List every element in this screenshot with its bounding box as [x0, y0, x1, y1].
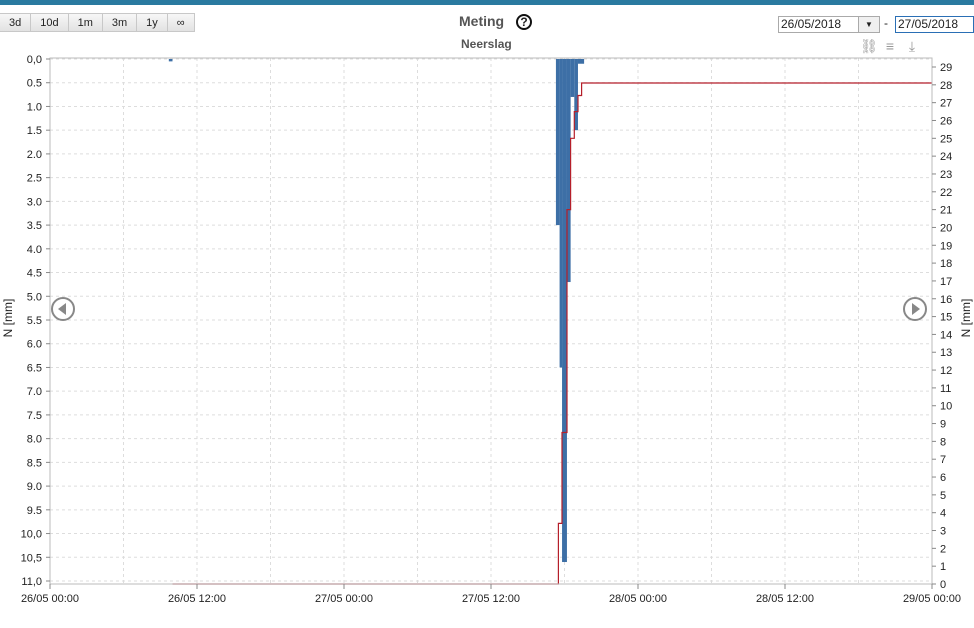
- right-tick-label: 17: [940, 276, 952, 288]
- right-tick-label: 10: [940, 401, 952, 413]
- x-tick-label: 26/05 00:00: [21, 593, 79, 605]
- left-tick-label: 2.5: [27, 173, 42, 185]
- right-tick-label: 1: [940, 561, 946, 573]
- right-tick-label: 0: [940, 579, 946, 591]
- left-tick-label: 0.5: [27, 78, 42, 90]
- right-tick-label: 2: [940, 543, 946, 555]
- right-tick-label: 7: [940, 454, 946, 466]
- bar: [562, 59, 567, 563]
- left-tick-label: 6.0: [27, 339, 42, 351]
- x-tick-label: 28/05 00:00: [609, 593, 667, 605]
- x-tick-label: 27/05 00:00: [315, 593, 373, 605]
- right-axis-ticks: 0123456789101112131415161718192021222324…: [940, 62, 952, 591]
- x-tick-label: 29/05 00:00: [903, 593, 961, 605]
- left-tick-label: 4.5: [27, 268, 42, 280]
- right-tick-label: 16: [940, 294, 952, 306]
- left-tick-label: 7.5: [27, 410, 42, 422]
- chart-grid: [49, 58, 933, 584]
- right-tick-label: 19: [940, 240, 952, 252]
- precipitation-chart: 0,0 0.5 1.0 1.5 2.0 2.5 3.0 3.5 4.0 4.5 5.0 5.5 6.0 6…: [1, 54, 973, 605]
- right-tick-label: 28: [940, 80, 952, 92]
- left-axis-ticks: 0,0 0.5 1.0 1.5 2.0 2.5 3.0 3.5 4.0 4.5 5.0 5.5 6.0 6…: [21, 54, 42, 588]
- x-tick-label: 26/05 12:00: [168, 593, 226, 605]
- next-period-button[interactable]: [903, 297, 927, 321]
- left-tick-label: 10,0: [21, 529, 42, 541]
- left-tick-label: 5.0: [27, 291, 42, 303]
- left-tick-label: 9.5: [27, 505, 42, 517]
- right-tick-label: 21: [940, 205, 952, 217]
- left-tick-label: 9.0: [27, 481, 42, 493]
- bar: [555, 59, 560, 226]
- right-tick-label: 18: [940, 258, 952, 270]
- right-tick-label: 12: [940, 365, 952, 377]
- right-tick-label: 8: [940, 436, 946, 448]
- left-tick-label: 4.0: [27, 244, 42, 256]
- right-tick-label: 13: [940, 347, 952, 359]
- left-axis-label: N [mm]: [1, 299, 15, 338]
- bar: [168, 59, 173, 62]
- right-tick-label: 23: [940, 169, 952, 181]
- left-tick-label: 3.5: [27, 220, 42, 232]
- right-tick-label: 24: [940, 151, 952, 163]
- left-tick-label: 11,0: [21, 576, 42, 588]
- right-tick-label: 4: [940, 508, 946, 520]
- left-tick-label: 3.0: [27, 196, 42, 208]
- right-tick-label: 25: [940, 133, 952, 145]
- right-tick-label: 3: [940, 526, 946, 538]
- right-tick-label: 6: [940, 472, 946, 484]
- right-tick-label: 15: [940, 312, 952, 324]
- left-tick-label: 0,0: [27, 54, 42, 66]
- right-tick-label: 9: [940, 419, 946, 431]
- x-tick-label: 28/05 12:00: [756, 593, 814, 605]
- left-tick-label: 8.5: [27, 457, 42, 469]
- left-tick-label: 10,5: [21, 552, 42, 564]
- left-tick-label: 1.0: [27, 101, 42, 113]
- cumulative-series: [172, 82, 932, 585]
- left-tick-label: 2.0: [27, 149, 42, 161]
- bar: [577, 59, 585, 64]
- x-tick-label: 27/05 12:00: [462, 593, 520, 605]
- left-tick-label: 8.0: [27, 434, 42, 446]
- right-tick-label: 20: [940, 222, 952, 234]
- right-tick-label: 5: [940, 490, 946, 502]
- right-tick-label: 11: [940, 383, 951, 395]
- prev-period-button[interactable]: [51, 297, 75, 321]
- left-tick-label: 7.0: [27, 386, 42, 398]
- cumulative-line: [172, 82, 932, 585]
- left-tick-label: 1.5: [27, 125, 42, 137]
- right-tick-label: 22: [940, 187, 952, 199]
- left-tick-label: 5.5: [27, 315, 42, 327]
- right-tick-label: 27: [940, 98, 952, 110]
- right-axis-label: N [mm]: [959, 299, 973, 338]
- right-tick-label: 26: [940, 115, 952, 127]
- bar: [570, 59, 575, 97]
- x-axis-ticks: 26/05 00:00 26/05 12:00 27/05 00:00 27/05 1…: [21, 593, 961, 605]
- bar: [559, 59, 563, 368]
- left-tick-label: 6.5: [27, 362, 42, 374]
- right-tick-label: 29: [940, 62, 952, 74]
- right-tick-label: 14: [940, 329, 952, 341]
